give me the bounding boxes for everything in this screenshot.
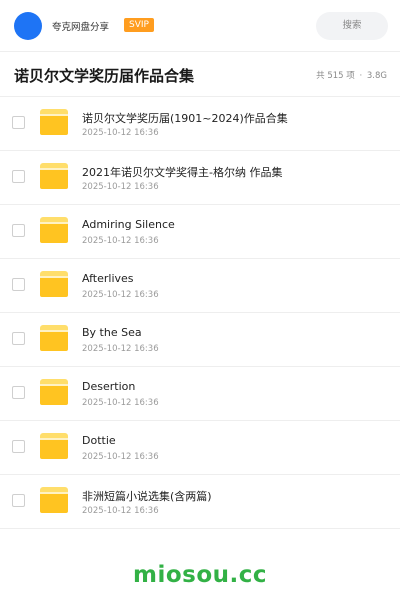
- file-name[interactable]: 非洲短篇小说选集(含两篇): [82, 488, 212, 504]
- file-date: 2025-10-12 16:36: [82, 452, 159, 462]
- folder-icon: [40, 109, 68, 135]
- list-item[interactable]: Dottie 2025-10-12 16:36: [0, 421, 400, 475]
- svip-badge: SVIP: [124, 18, 154, 32]
- list-item[interactable]: 非洲短篇小说选集(含两篇) 2025-10-12 16:36: [0, 475, 400, 529]
- item-count: 共 515 项: [316, 71, 355, 81]
- folder-icon: [40, 325, 68, 351]
- folder-icon: [40, 433, 68, 459]
- select-checkbox[interactable]: [12, 332, 25, 345]
- file-date: 2025-10-12 16:36: [82, 506, 159, 516]
- select-checkbox[interactable]: [12, 440, 25, 453]
- watermark: miosou.cc: [132, 562, 268, 588]
- file-date: 2025-10-12 16:36: [82, 182, 159, 192]
- folder-icon: [40, 271, 68, 297]
- folder-icon: [40, 379, 68, 405]
- list-item[interactable]: 2021年诺贝尔文学奖得主-格尔纳 作品集 2025-10-12 16:36: [0, 151, 400, 205]
- list-item[interactable]: Admiring Silence 2025-10-12 16:36: [0, 205, 400, 259]
- select-checkbox[interactable]: [12, 278, 25, 291]
- folder-meta: 共 515 项 · 3.8G: [316, 69, 387, 81]
- select-checkbox[interactable]: [12, 386, 25, 399]
- page-title: 诺贝尔文学奖历届作品合集: [14, 67, 195, 85]
- file-date: 2025-10-12 16:36: [82, 344, 159, 354]
- search-button[interactable]: 搜索: [316, 12, 388, 40]
- avatar[interactable]: [14, 12, 42, 40]
- select-checkbox[interactable]: [12, 170, 25, 183]
- file-name[interactable]: By the Sea: [82, 326, 142, 339]
- list-item[interactable]: Desertion 2025-10-12 16:36: [0, 367, 400, 421]
- folder-icon: [40, 217, 68, 243]
- file-name[interactable]: 诺贝尔文学奖历届(1901~2024)作品合集: [82, 110, 288, 126]
- file-name[interactable]: Admiring Silence: [82, 218, 175, 231]
- file-date: 2025-10-12 16:36: [82, 290, 159, 300]
- select-checkbox[interactable]: [12, 494, 25, 507]
- file-name[interactable]: 2021年诺贝尔文学奖得主-格尔纳 作品集: [82, 164, 282, 180]
- file-date: 2025-10-12 16:36: [82, 128, 159, 138]
- file-name[interactable]: Dottie: [82, 434, 116, 447]
- brand-name: 夸克网盘分享: [52, 22, 110, 33]
- file-name[interactable]: Desertion: [82, 380, 135, 393]
- file-date: 2025-10-12 16:36: [82, 236, 159, 246]
- list-item[interactable]: By the Sea 2025-10-12 16:36: [0, 313, 400, 367]
- total-size: 3.8G: [366, 71, 387, 81]
- page-header: 诺贝尔文学奖历届作品合集 共 515 项 · 3.8G: [0, 53, 400, 97]
- top-bar: 夸克网盘分享 SVIP 搜索: [0, 0, 400, 52]
- select-checkbox[interactable]: [12, 224, 25, 237]
- file-name[interactable]: Afterlives: [82, 272, 134, 285]
- select-checkbox[interactable]: [12, 116, 25, 129]
- file-date: 2025-10-12 16:36: [82, 398, 159, 408]
- meta-separator: ·: [359, 71, 363, 81]
- file-list: 诺贝尔文学奖历届(1901~2024)作品合集 2025-10-12 16:36…: [0, 97, 400, 529]
- list-item[interactable]: Afterlives 2025-10-12 16:36: [0, 259, 400, 313]
- folder-icon: [40, 487, 68, 513]
- folder-icon: [40, 163, 68, 189]
- list-item[interactable]: 诺贝尔文学奖历届(1901~2024)作品合集 2025-10-12 16:36: [0, 97, 400, 151]
